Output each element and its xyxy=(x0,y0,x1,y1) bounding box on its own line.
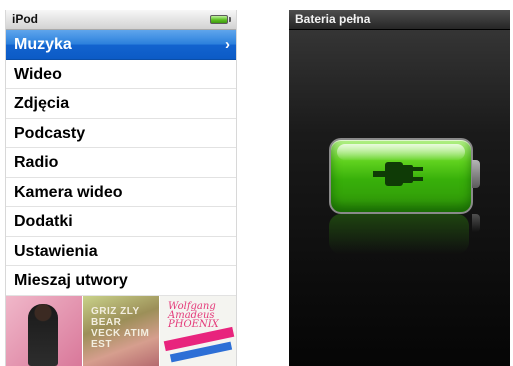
menu-item-label: Mieszaj utwory xyxy=(14,272,128,289)
menu-item-label: Zdjęcia xyxy=(14,95,70,112)
menu-item-zdjecia[interactable]: Zdjęcia xyxy=(6,89,236,119)
status-bar: iPod xyxy=(6,10,236,30)
battery-reflection xyxy=(472,214,480,232)
screen-title: Bateria pełna xyxy=(295,12,371,26)
album-cover: Wolfgang Amadeus PHOENIX xyxy=(160,296,236,366)
screen-title: iPod xyxy=(12,12,38,26)
menu-item-label: Dodatki xyxy=(14,213,73,230)
menu-item-kamera-wideo[interactable]: Kamera wideo xyxy=(6,178,236,207)
plug-icon xyxy=(373,162,423,186)
menu-item-muzyka[interactable]: Muzyka › xyxy=(6,30,236,60)
menu-item-label: Podcasty xyxy=(14,124,86,142)
ipod-menu-screen: iPod Muzyka › Wideo Zdjęcia Podcasty Rad… xyxy=(5,10,237,366)
menu-item-label: Ustawienia xyxy=(14,242,98,260)
album-cover xyxy=(6,296,83,366)
menu-item-dodatki[interactable]: Dodatki xyxy=(6,207,236,237)
battery-full-icon xyxy=(210,15,231,24)
menu-item-podcasty[interactable]: Podcasty xyxy=(6,119,236,148)
menu-item-label: Kamera wideo xyxy=(14,183,123,201)
menu-item-ustawienia[interactable]: Ustawienia xyxy=(6,237,236,266)
album-cover-text: GRIZ ZLY BEAR VECK ATIM EST xyxy=(91,306,150,350)
battery-terminal xyxy=(472,160,480,188)
battery-full-screen: Bateria pełna xyxy=(289,10,510,366)
menu-item-label: Muzyka xyxy=(14,36,72,53)
menu-item-mieszaj-utwory[interactable]: Mieszaj utwory xyxy=(6,266,236,296)
album-cover-strip: GRIZ ZLY BEAR VECK ATIM EST Wolfgang Ama… xyxy=(6,296,236,366)
main-menu: Muzyka › Wideo Zdjęcia Podcasty Radio Ka… xyxy=(6,30,236,296)
album-cover-text: Wolfgang Amadeus PHOENIX xyxy=(168,301,219,330)
menu-item-radio[interactable]: Radio xyxy=(6,148,236,178)
menu-item-label: Radio xyxy=(14,154,59,171)
battery-reflection xyxy=(329,214,469,254)
person-figure xyxy=(28,304,58,366)
menu-item-label: Wideo xyxy=(14,65,62,83)
chevron-right-icon: › xyxy=(225,36,230,53)
album-cover: GRIZ ZLY BEAR VECK ATIM EST xyxy=(83,296,160,366)
menu-item-wideo[interactable]: Wideo xyxy=(6,60,236,89)
status-bar: Bateria pełna xyxy=(289,10,510,30)
